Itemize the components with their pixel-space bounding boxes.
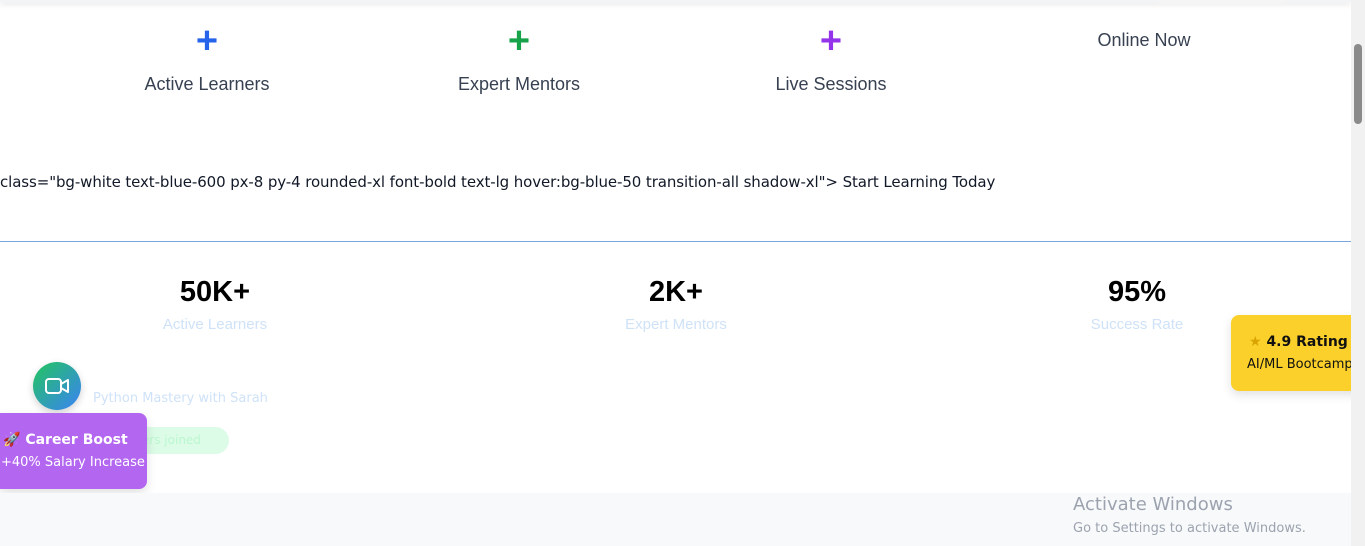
feature-label: Live Sessions	[775, 74, 887, 94]
career-boost-card: 🚀 Career Boost +40% Salary Increase	[0, 413, 147, 489]
raw-markup-text: class="bg-white text-blue-600 px-8 py-4 …	[0, 173, 996, 191]
online-now-label: Online Now	[1097, 30, 1191, 50]
activate-title: Activate Windows	[1073, 494, 1233, 515]
feature-expert-mentors: + Expert Mentors	[419, 20, 619, 95]
rocket-icon: 🚀	[3, 432, 21, 448]
rating-subtitle: AI/ML Bootcamp	[1247, 357, 1353, 372]
vertical-scrollbar[interactable]	[1351, 0, 1365, 546]
section-divider	[0, 241, 1351, 242]
plus-icon: +	[819, 20, 843, 62]
stat-label: Active Learners	[162, 316, 268, 333]
feature-label: Expert Mentors	[457, 74, 581, 94]
stat-active-learners: 50K+ Active Learners	[105, 276, 325, 333]
plus-icon: +	[507, 20, 531, 62]
feature-live-sessions: + Live Sessions	[731, 20, 931, 95]
plus-icon: +	[195, 20, 219, 62]
rating-title-text: 4.9 Rating	[1266, 334, 1348, 350]
scrollbar-thumb[interactable]	[1354, 44, 1362, 124]
stat-expert-mentors: 2K+ Expert Mentors	[566, 276, 786, 333]
activate-subtitle: Go to Settings to activate Windows.	[1073, 521, 1306, 536]
video-camera-glyph	[45, 378, 69, 394]
video-camera-icon[interactable]	[33, 362, 81, 410]
career-title-text: Career Boost	[25, 432, 128, 448]
rating-card: ★ 4.9 Rating AI/ML Bootcamp	[1231, 315, 1361, 391]
star-icon: ★	[1249, 334, 1262, 350]
feature-label: Active Learners	[144, 74, 270, 94]
live-session-title: Python Mastery with Sarah	[93, 391, 268, 406]
header-pill	[1158, 0, 1284, 4]
windows-activation-watermark: Activate Windows Go to Settings to activ…	[1073, 494, 1306, 536]
stat-value: 95%	[1107, 276, 1167, 308]
stat-value: 50K+	[179, 276, 251, 308]
top-header-bar	[0, 0, 1351, 2]
career-subtitle: +40% Salary Increase	[1, 455, 145, 470]
rating-title: ★ 4.9 Rating	[1249, 334, 1348, 350]
stat-success-rate: 95% Success Rate	[1027, 276, 1247, 333]
stat-label: Expert Mentors	[625, 316, 727, 333]
career-title: 🚀 Career Boost	[3, 432, 128, 448]
feature-active-learners: + Active Learners	[107, 20, 307, 95]
stat-label: Success Rate	[1090, 316, 1184, 333]
stat-value: 2K+	[648, 276, 703, 308]
